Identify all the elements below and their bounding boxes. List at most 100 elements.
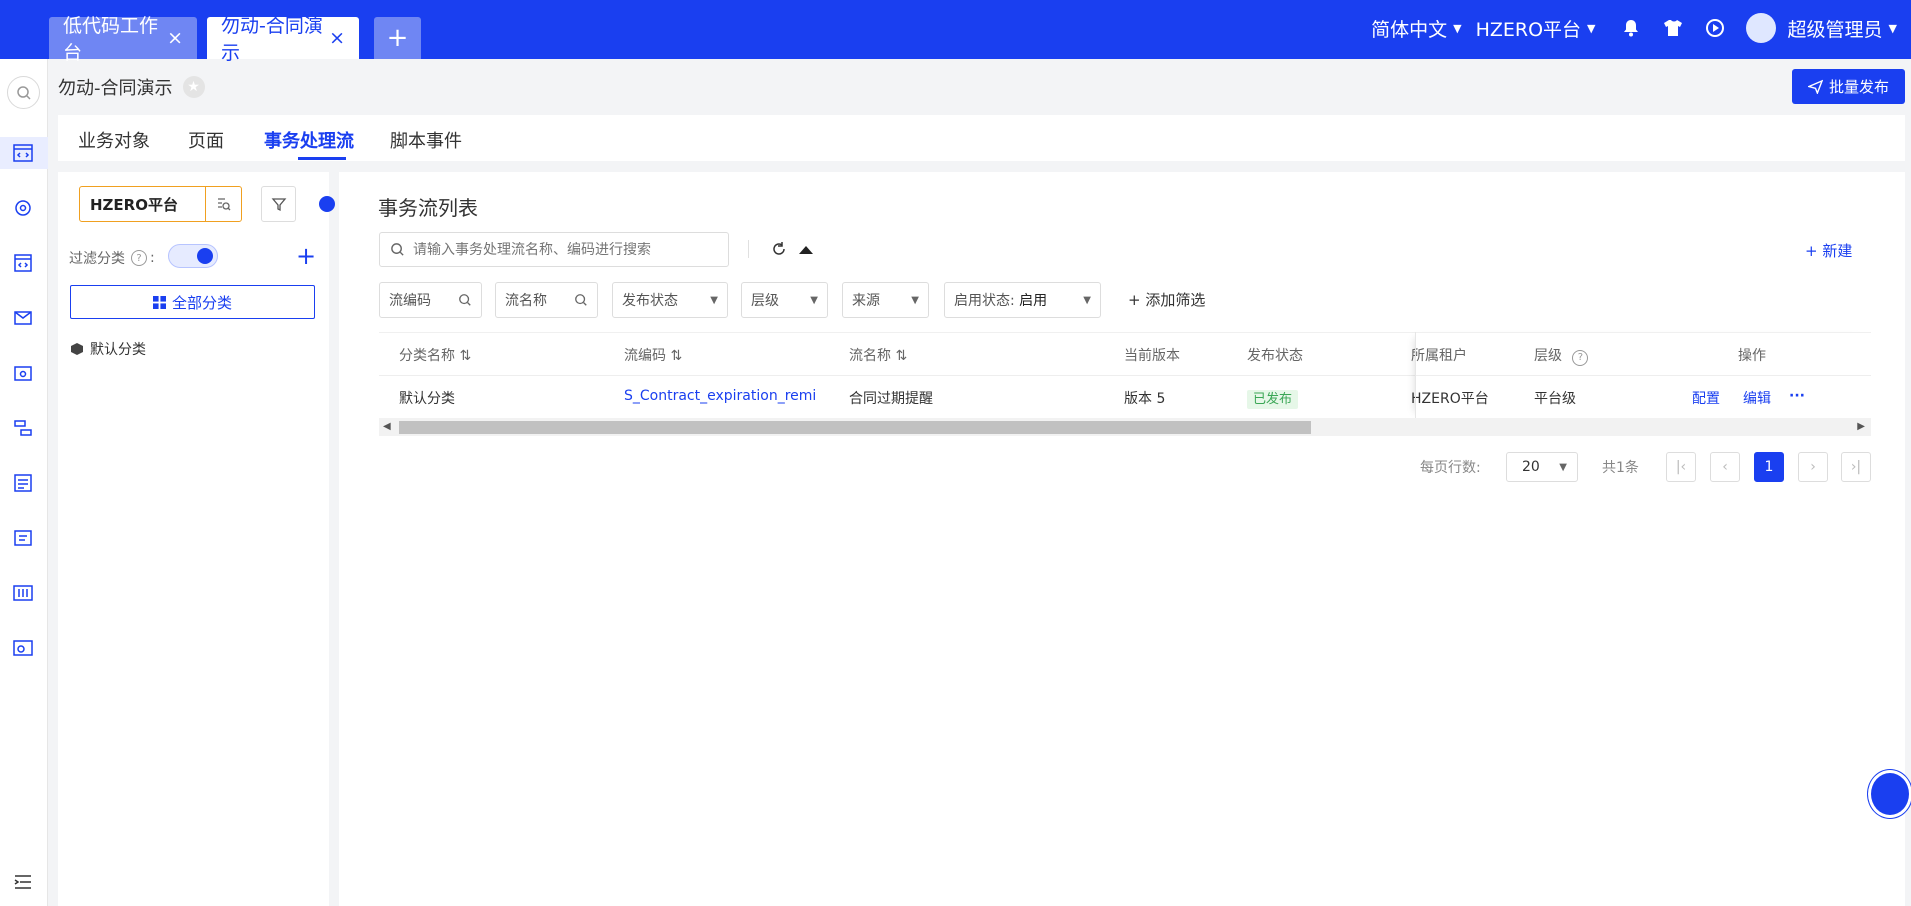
filter-value: 启用	[1019, 293, 1048, 309]
tab-business-object[interactable]: 业务对象	[78, 127, 150, 153]
tab-transaction-flow[interactable]: 事务处理流	[264, 127, 354, 153]
send-icon	[1807, 79, 1823, 94]
source-filter[interactable]: 来源 ▼	[842, 282, 929, 318]
divider	[748, 240, 749, 258]
layout-icon[interactable]	[12, 417, 34, 439]
all-categories-button[interactable]: 全部分类	[70, 285, 315, 319]
tenant-label: HZERO平台	[1475, 18, 1582, 41]
filter-category-label: 过滤分类	[69, 251, 125, 267]
menu-collapse-icon[interactable]	[12, 871, 34, 893]
collapse-panel-icon[interactable]	[319, 196, 335, 212]
filter-category-row: 过滤分类 ?:	[69, 250, 155, 267]
tenant-value: HZERO平台	[90, 195, 178, 214]
search-box[interactable]	[379, 232, 729, 267]
filter-icon	[271, 198, 286, 212]
shirt-icon[interactable]	[1662, 17, 1684, 39]
new-button[interactable]: + 新建	[1805, 240, 1852, 261]
object-icon[interactable]	[12, 197, 34, 219]
avatar[interactable]	[1745, 13, 1776, 43]
user-menu[interactable]: 超级管理员 ▼	[1788, 15, 1897, 42]
first-page-button[interactable]: |‹	[1666, 452, 1696, 482]
search-icon	[575, 294, 587, 306]
tree-item-label: 默认分类	[90, 342, 146, 358]
chevron-down-icon: ▼	[1559, 461, 1567, 473]
tab-lowcode-workbench[interactable]: 低代码工作台 ×	[49, 15, 197, 64]
scroll-right-icon[interactable]: ▶	[1857, 421, 1865, 432]
flow-name-filter[interactable]: 流名称	[495, 282, 598, 318]
tab-label: 勿动-合同演示	[221, 15, 323, 64]
cell-flow-code[interactable]: S_Contract_expiration_remi	[624, 388, 816, 404]
sliders-icon[interactable]	[12, 582, 34, 604]
language-select[interactable]: 简体中文 ▼	[1371, 15, 1461, 42]
refresh-icon[interactable]	[770, 240, 788, 258]
code-window-icon[interactable]	[12, 142, 34, 164]
filter-label: 启用状态:	[954, 293, 1015, 309]
rows-per-page-select[interactable]: 20 ▼	[1506, 452, 1578, 482]
list-icon[interactable]	[12, 527, 34, 549]
col-category[interactable]: 分类名称 ⇅	[399, 345, 471, 365]
enable-status-filter[interactable]: 启用状态: 启用 ▼	[944, 282, 1101, 318]
level-filter[interactable]: 层级 ▼	[741, 282, 828, 318]
form-icon[interactable]	[12, 472, 34, 494]
close-icon[interactable]: ×	[329, 27, 345, 49]
code-page-icon[interactable]	[12, 252, 34, 274]
list-title: 事务流列表	[378, 196, 478, 220]
cell-version: 版本 5	[1124, 391, 1166, 407]
add-tab-button[interactable]: +	[374, 17, 421, 59]
top-right-toolbar: 简体中文 ▼ HZERO平台 ▼ 超级管理员 ▼	[1371, 0, 1911, 56]
breadcrumb: 勿动-合同演示 ★	[58, 74, 205, 100]
all-categories-label: 全部分类	[171, 293, 232, 312]
tenant-lookup[interactable]: HZERO平台	[79, 186, 242, 222]
tab-page[interactable]: 页面	[188, 127, 224, 153]
help-assistant-icon[interactable]	[1868, 770, 1911, 818]
filter-label: 流编码	[389, 293, 431, 309]
prev-page-button[interactable]: ‹	[1710, 452, 1740, 482]
new-label: 新建	[1822, 242, 1853, 260]
tree-item-default[interactable]: 默认分类	[70, 339, 146, 359]
col-flow-code[interactable]: 流编码 ⇅	[624, 345, 682, 365]
next-page-button[interactable]: ›	[1798, 452, 1828, 482]
search-icon[interactable]	[7, 76, 40, 109]
active-tab-underline	[298, 157, 346, 160]
filter-button[interactable]	[261, 186, 296, 222]
tab-contract-demo[interactable]: 勿动-合同演示 ×	[207, 15, 359, 64]
search-icon	[391, 243, 404, 256]
add-category-icon[interactable]: +	[296, 242, 316, 270]
page-1-button[interactable]: 1	[1754, 452, 1784, 482]
grid-icon	[152, 295, 166, 309]
lookup-search-icon[interactable]	[205, 187, 241, 221]
scrollbar-thumb[interactable]	[399, 421, 1311, 434]
main-content: 事务流列表 + 新建 流编码 流名称 发布状态 ▼ 层级 ▼ 来源 ▼ 启用状态…	[339, 172, 1905, 906]
filter-category-toggle[interactable]	[168, 244, 218, 268]
tenant-select[interactable]: HZERO平台 ▼	[1476, 15, 1596, 42]
mail-icon[interactable]	[12, 307, 34, 329]
horizontal-scrollbar[interactable]: ◀ ▶	[379, 418, 1871, 436]
rows-per-page-value: 20	[1522, 459, 1540, 475]
folder-gear-icon[interactable]	[12, 362, 34, 384]
page-title: 勿动-合同演示	[58, 78, 173, 99]
col-flow-name[interactable]: 流名称 ⇅	[849, 345, 907, 365]
help-icon[interactable]: ?	[131, 250, 147, 266]
close-icon[interactable]: ×	[167, 27, 183, 49]
col-publish-status: 发布状态	[1247, 348, 1303, 364]
rows-per-page-label: 每页行数:	[1420, 460, 1481, 476]
bell-icon[interactable]	[1620, 17, 1642, 39]
search-icon	[459, 294, 471, 306]
category-panel: HZERO平台 过滤分类 ?: + 全部分类 默认分类	[58, 172, 335, 906]
scroll-left-icon[interactable]: ◀	[383, 421, 391, 432]
chevron-down-icon: ▼	[1587, 21, 1596, 35]
dashboard-icon[interactable]	[12, 637, 34, 659]
add-filter-button[interactable]: + 添加筛选	[1128, 289, 1205, 310]
publish-status-filter[interactable]: 发布状态 ▼	[612, 282, 728, 318]
batch-publish-button[interactable]: 批量发布	[1792, 69, 1905, 104]
tab-script-event[interactable]: 脚本事件	[390, 127, 462, 153]
search-input[interactable]	[413, 241, 703, 258]
cell-flow-name: 合同过期提醒	[849, 391, 933, 407]
fixed-actions-column	[1415, 332, 1871, 418]
flow-code-filter[interactable]: 流编码	[379, 282, 482, 318]
total-count: 共1条	[1602, 460, 1639, 476]
last-page-button[interactable]: ›|	[1841, 452, 1871, 482]
collapse-filters-icon[interactable]	[799, 246, 813, 254]
play-circle-icon[interactable]	[1704, 17, 1726, 39]
star-icon[interactable]: ★	[182, 76, 205, 98]
